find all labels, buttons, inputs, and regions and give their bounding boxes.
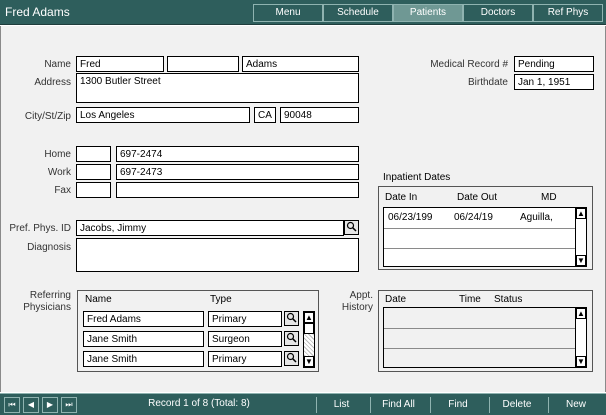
address-field[interactable]: 1300 Butler Street [76,73,359,103]
pref-phys-field[interactable]: Jacobs, Jimmy [76,220,344,236]
referring-scrollbar[interactable]: ▲ ▼ [303,311,315,368]
table-row[interactable]: 06/23/199 06/24/19 Aguilla, [384,208,575,228]
referring-lookup-button[interactable] [284,351,299,366]
new-button[interactable]: New [548,397,603,413]
nav-refphys-button[interactable]: Ref Phys [533,4,603,22]
scroll-down-icon[interactable]: ▼ [576,255,586,266]
city-field[interactable]: Los Angeles [76,107,250,123]
title-bar: Fred Adams Menu Schedule Patients Doctor… [0,0,606,25]
birthdate-field[interactable]: Jan 1, 1951 [514,74,594,90]
fax-area-field[interactable] [76,182,111,198]
record-status: Record 1 of 8 (Total: 8) [148,398,250,409]
magnifier-icon [286,332,297,343]
magnifier-icon [346,221,357,232]
city-state-zip-label: City/St/Zip [24,111,71,122]
window-title: Fred Adams [5,5,70,19]
scroll-up-icon[interactable]: ▲ [304,312,314,323]
referring-type-field[interactable]: Primary [208,311,282,327]
referring-type-field[interactable]: Surgeon [208,331,282,347]
nav-schedule-button[interactable]: Schedule [323,4,393,22]
first-record-icon[interactable]: ⏮ [4,397,20,413]
pref-phys-lookup-button[interactable] [344,220,359,235]
pref-phys-label: Pref. Phys. ID [9,223,71,234]
inpatient-dates-title: Inpatient Dates [383,172,451,183]
referring-header-name: Name [85,294,112,305]
nav-menu-button[interactable]: Menu [253,4,323,22]
state-field[interactable]: CA [254,107,276,123]
zip-field[interactable]: 90048 [280,107,359,123]
appt-list[interactable] [383,307,576,368]
referring-label-2: Physicians [23,302,71,313]
first-name-field[interactable]: Fred [76,56,164,72]
find-button[interactable]: Find [430,397,485,413]
magnifier-icon [286,312,297,323]
home-phone-field[interactable]: 697-2474 [116,146,359,162]
find-all-button[interactable]: Find All [370,397,426,413]
medical-record-field[interactable]: Pending [514,56,594,72]
record-toolbar: ⏮ ◀ ▶ ⏭ Record 1 of 8 (Total: 8) List Fi… [0,393,606,415]
patient-form-panel: Name Fred Adams Address 1300 Butler Stre… [0,26,606,392]
name-label: Name [44,59,71,70]
inpatient-header-md: MD [541,192,557,203]
birthdate-label: Birthdate [467,77,508,88]
list-button[interactable]: List [316,397,366,413]
fax-label: Fax [54,185,71,196]
scroll-up-icon[interactable]: ▲ [576,308,586,319]
referring-type-field[interactable]: Primary [208,351,282,367]
delete-button[interactable]: Delete [489,397,544,413]
work-area-field[interactable] [76,164,111,180]
appt-header-status: Status [494,294,523,305]
referring-label-1: Referring [29,290,71,301]
row-divider [384,228,575,229]
last-name-field[interactable]: Adams [242,56,359,72]
diagnosis-field[interactable] [76,238,359,272]
inpatient-header-date-in: Date In [385,192,418,203]
appt-label-2: History [341,302,373,313]
inpatient-list[interactable]: 06/23/199 06/24/19 Aguilla, [383,207,576,267]
appt-header-date: Date [385,294,407,305]
nav-patients-button[interactable]: Patients [393,4,463,22]
appt-scrollbar[interactable]: ▲ ▼ [575,307,587,368]
referring-name-field[interactable]: Jane Smith [83,351,204,367]
referring-lookup-button[interactable] [284,331,299,346]
medical-record-label: Medical Record # [430,59,508,70]
middle-name-field[interactable] [167,56,239,72]
inpatient-scrollbar[interactable]: ▲ ▼ [575,207,587,267]
referring-name-field[interactable]: Fred Adams [83,311,204,327]
referring-name-field[interactable]: Jane Smith [83,331,204,347]
inpatient-md: Aguilla, [520,212,553,223]
appt-header-time: Time [459,294,481,305]
inpatient-date-in: 06/23/199 [388,212,433,223]
fax-phone-field[interactable] [116,182,359,198]
magnifier-icon [286,352,297,363]
scroll-down-icon[interactable]: ▼ [576,356,586,367]
home-phone-label: Home [44,149,71,160]
home-area-field[interactable] [76,146,111,162]
work-phone-field[interactable]: 697-2473 [116,164,359,180]
address-label: Address [34,77,71,88]
row-divider [384,348,575,349]
inpatient-dates-box: Date In Date Out MD 06/23/199 06/24/19 A… [378,186,593,270]
referring-lookup-button[interactable] [284,311,299,326]
next-record-icon[interactable]: ▶ [42,397,58,413]
prev-record-icon[interactable]: ◀ [23,397,39,413]
last-record-icon[interactable]: ⏭ [61,397,77,413]
work-phone-label: Work [47,167,71,178]
inpatient-header-date-out: Date Out [457,192,498,203]
inpatient-date-out: 06/24/19 [454,212,493,223]
scroll-down-icon[interactable]: ▼ [304,356,314,367]
scroll-thumb[interactable] [304,323,314,334]
nav-doctors-button[interactable]: Doctors [463,4,533,22]
appt-label-1: Appt. [349,290,373,301]
scroll-up-icon[interactable]: ▲ [576,208,586,219]
diagnosis-label: Diagnosis [27,242,71,253]
row-divider [384,248,575,249]
row-divider [384,328,575,329]
referring-header-type: Type [210,294,232,305]
referring-physicians-box: Name Type Fred Adams Primary Jane Smith … [77,290,319,372]
appt-history-box: Date Time Status ▲ ▼ [378,290,593,372]
